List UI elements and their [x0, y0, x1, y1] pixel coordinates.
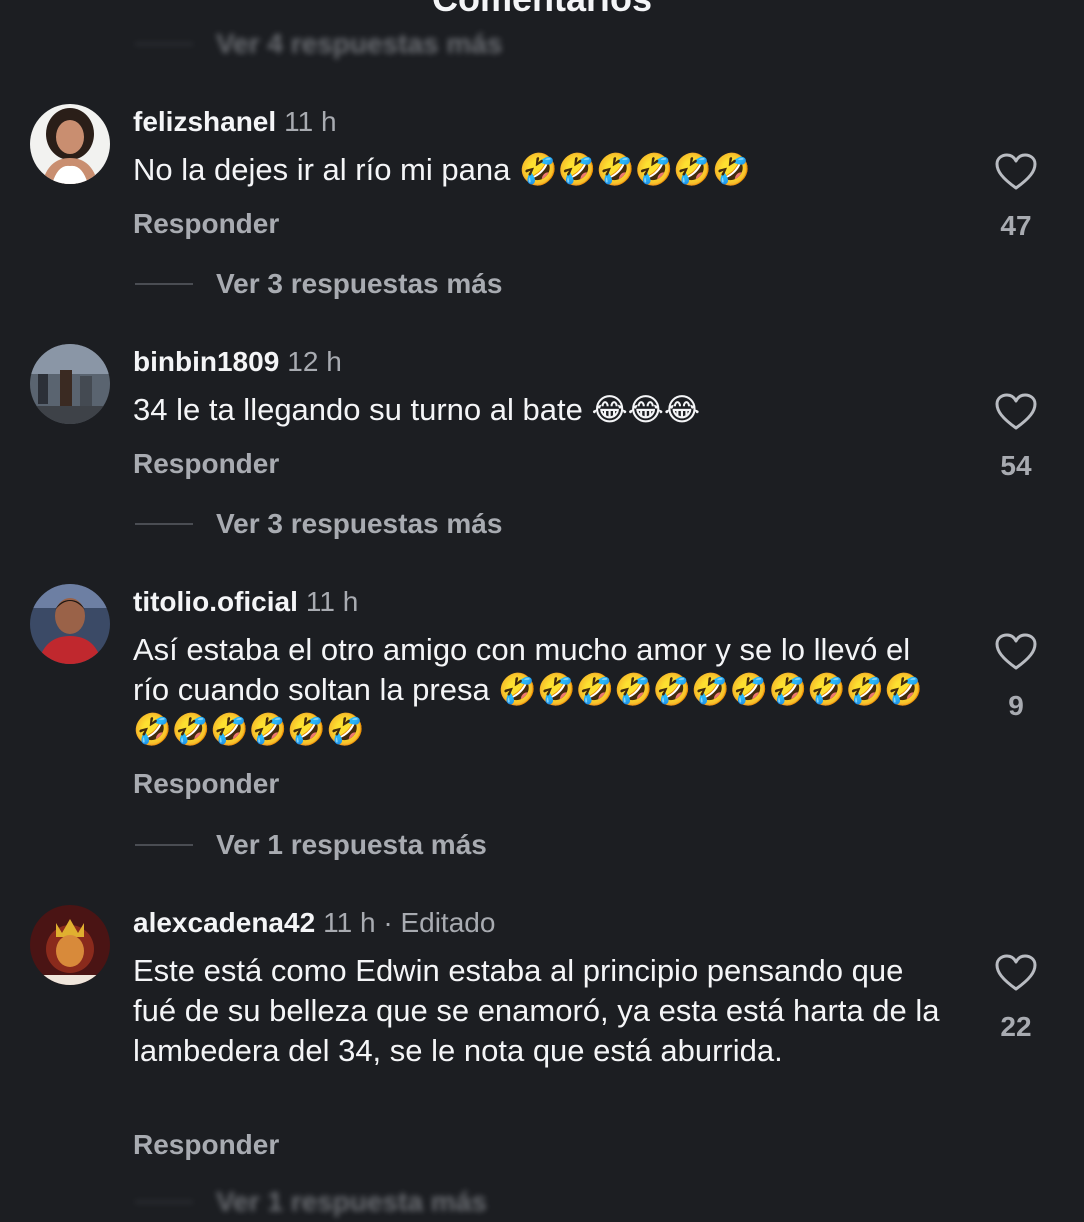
view-more-replies[interactable]: Ver 3 respuestas más	[135, 504, 502, 544]
comment-username[interactable]: binbin1809	[133, 346, 279, 377]
like-count: 9	[1008, 690, 1024, 721]
replies-divider	[135, 844, 193, 846]
view-more-replies[interactable]: Ver 4 respuestas más	[135, 24, 502, 64]
comment-time: 11 h · Editado	[323, 907, 496, 938]
like-count: 47	[1000, 210, 1032, 241]
comment-text: No la dejes ir al río mi pana 🤣🤣🤣🤣🤣🤣	[133, 152, 751, 187]
view-more-replies-label: Ver 3 respuestas más	[216, 508, 503, 539]
replies-divider	[135, 523, 193, 525]
comment-time: 12 h	[287, 346, 342, 377]
view-more-replies[interactable]: Ver 1 respuesta más	[135, 825, 487, 865]
view-more-replies[interactable]: Ver 1 respuesta más	[135, 1182, 487, 1222]
view-more-replies-label: Ver 1 respuesta más	[216, 1186, 487, 1217]
view-more-replies[interactable]: Ver 3 respuestas más	[135, 264, 502, 304]
like-count: 54	[1000, 450, 1032, 481]
replies-divider	[135, 43, 193, 45]
like-heart-icon[interactable]	[994, 632, 1038, 672]
avatar[interactable]	[30, 344, 110, 424]
comment-username[interactable]: alexcadena42	[133, 907, 315, 938]
like-heart-icon[interactable]	[994, 392, 1038, 432]
avatar[interactable]	[30, 104, 110, 184]
like-count: 22	[1000, 1011, 1032, 1042]
reply-button[interactable]: Responder	[133, 1129, 279, 1161]
like-heart-icon[interactable]	[994, 953, 1038, 993]
view-more-replies-label: Ver 3 respuestas más	[216, 268, 503, 299]
reply-button[interactable]: Responder	[133, 448, 279, 480]
comment-text: Así estaba el otro amigo con mucho amor …	[133, 632, 923, 747]
comment-time: 11 h	[305, 586, 359, 617]
avatar[interactable]	[30, 584, 110, 664]
like-heart-icon[interactable]	[994, 152, 1038, 192]
view-more-replies-label: Ver 1 respuesta más	[216, 829, 487, 860]
reply-button[interactable]: Responder	[133, 208, 279, 240]
comment-meta: binbin1809 12 h	[133, 346, 342, 378]
replies-divider	[135, 283, 193, 285]
page-title: Comentarios	[0, 0, 1084, 20]
comment-meta: felizshanel 11 h	[133, 106, 337, 138]
reply-button[interactable]: Responder	[133, 768, 279, 800]
comment-username[interactable]: titolio.oficial	[133, 586, 298, 617]
comment-meta: titolio.oficial 11 h	[133, 586, 358, 618]
comment-username[interactable]: felizshanel	[133, 106, 276, 137]
view-more-replies-label: Ver 4 respuestas más	[216, 28, 503, 59]
comment-text: Este está como Edwin estaba al principio…	[133, 953, 940, 1068]
comment-meta: alexcadena42 11 h · Editado	[133, 907, 495, 939]
comment-time: 11 h	[284, 106, 337, 137]
comment-text: 34 le ta llegando su turno al bate 😂😂😂	[133, 392, 701, 427]
avatar[interactable]	[30, 905, 110, 985]
replies-divider	[135, 1201, 193, 1203]
